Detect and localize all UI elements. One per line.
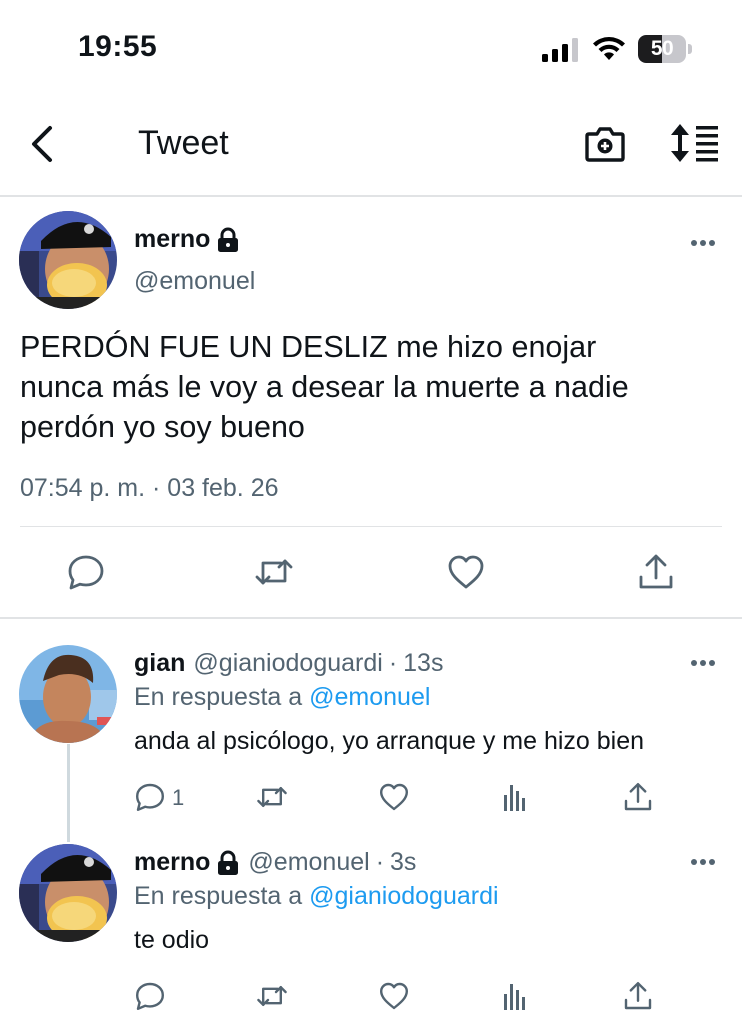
more-icon[interactable] xyxy=(690,659,716,667)
reply-time[interactable]: 3s xyxy=(390,848,416,877)
retweet-icon[interactable] xyxy=(254,553,294,591)
section-divider xyxy=(0,617,742,619)
separator: · xyxy=(388,649,398,677)
reply-header: gian @gianiodoguardi · 13s xyxy=(134,649,443,678)
status-bar: 19:55 50 xyxy=(0,0,742,100)
reply-context-label: En respuesta a xyxy=(134,683,303,711)
tweet-timestamp[interactable]: 07:54 p. m. · 03 feb. 26 xyxy=(20,474,279,503)
reply-mention-link[interactable]: @emonuel xyxy=(309,683,430,711)
handle[interactable]: @gianiodoguardi xyxy=(193,649,382,678)
camera-icon[interactable] xyxy=(584,124,626,164)
like-icon[interactable] xyxy=(378,781,410,813)
battery-icon: 50 xyxy=(638,35,692,63)
sort-icon[interactable] xyxy=(670,122,722,164)
back-icon[interactable] xyxy=(22,122,62,166)
avatar[interactable] xyxy=(19,645,117,743)
analytics-icon[interactable] xyxy=(500,781,532,813)
handle[interactable]: @emonuel xyxy=(248,848,369,877)
reply-text: te odio xyxy=(134,926,210,954)
wifi-icon xyxy=(593,37,625,60)
reply-context: En respuesta a @gianiodoguardi xyxy=(134,882,499,911)
page-title: Tweet xyxy=(138,124,229,162)
lock-icon xyxy=(218,227,239,252)
tweet-actions xyxy=(0,549,742,619)
reply-text: anda al psicólogo, yo arranque y me hizo… xyxy=(134,727,645,755)
display-name[interactable]: merno xyxy=(134,848,210,877)
battery-level: 50 xyxy=(650,37,674,60)
reply-time[interactable]: 13s xyxy=(403,649,443,678)
display-name[interactable]: gian xyxy=(134,649,185,678)
like-icon[interactable] xyxy=(446,553,486,591)
divider xyxy=(20,526,722,527)
nav-bar: Tweet xyxy=(0,100,742,197)
reply-context: En respuesta a @emonuel xyxy=(134,683,430,712)
display-name[interactable]: merno xyxy=(134,225,210,254)
retweet-icon[interactable] xyxy=(256,980,288,1012)
reply-icon[interactable] xyxy=(66,553,106,591)
share-icon[interactable] xyxy=(622,980,654,1012)
share-icon[interactable] xyxy=(636,553,676,591)
thread-line xyxy=(67,744,70,842)
reply-icon[interactable] xyxy=(134,781,166,813)
signal-icon xyxy=(542,38,578,62)
reply-actions: 1 xyxy=(0,779,742,819)
reply-actions xyxy=(0,978,742,1018)
lock-icon xyxy=(218,850,239,875)
more-icon[interactable] xyxy=(690,239,716,247)
reply-context-label: En respuesta a xyxy=(134,882,303,910)
status-time: 19:55 xyxy=(78,30,158,63)
separator: · xyxy=(375,848,385,876)
reply-mention-link[interactable]: @gianiodoguardi xyxy=(309,882,498,910)
retweet-icon[interactable] xyxy=(256,781,288,813)
avatar[interactable] xyxy=(19,211,117,309)
reply-count: 1 xyxy=(172,785,185,810)
reply-header: merno @emonuel · 3s xyxy=(134,848,416,877)
author-row: merno xyxy=(134,225,240,254)
avatar[interactable] xyxy=(19,844,117,942)
handle[interactable]: @emonuel xyxy=(134,267,255,296)
like-icon[interactable] xyxy=(378,980,410,1012)
analytics-icon[interactable] xyxy=(500,980,532,1012)
more-icon[interactable] xyxy=(690,858,716,866)
share-icon[interactable] xyxy=(622,781,654,813)
reply-icon[interactable] xyxy=(134,980,166,1012)
tweet-text: PERDÓN FUE UN DESLIZ me hizo enojar nunc… xyxy=(20,330,629,444)
